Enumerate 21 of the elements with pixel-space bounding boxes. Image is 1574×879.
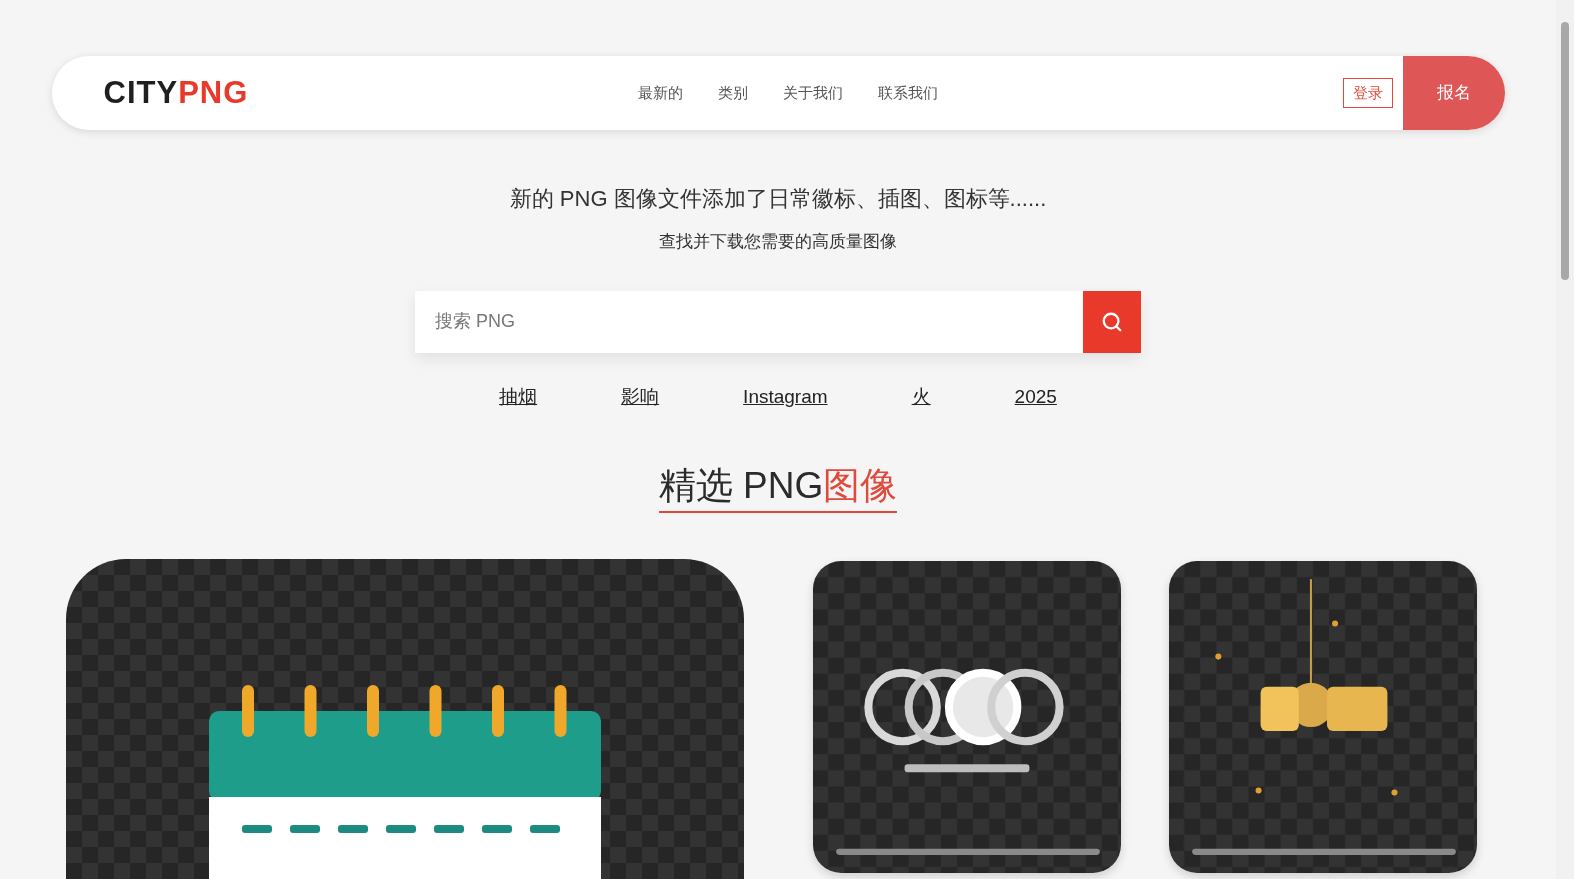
tag-link[interactable]: 2025 [1014, 382, 1057, 411]
nav-link[interactable]: 关于我们 [782, 81, 843, 105]
tag-link[interactable]: 影响 [621, 382, 660, 411]
logo[interactable]: CITYPNG [103, 69, 249, 117]
search-field[interactable]: 搜索 PNG [415, 291, 1083, 353]
subline: 查找并下载您需要的高质量图像 [659, 230, 897, 253]
tag-link[interactable]: 抽烟 [499, 382, 538, 411]
logo-text: CITY [103, 73, 179, 112]
headline: 新的 PNG 图像文件添加了日常徽标、插图、图标等...... [509, 184, 1047, 213]
logo-accent-text: PNG [178, 73, 249, 112]
signup-button[interactable]: 报名 [1402, 56, 1505, 130]
scrollbar[interactable] [1556, 0, 1574, 879]
nav-link[interactable]: 类别 [717, 81, 748, 105]
login-button[interactable]: 登录 [1342, 77, 1393, 109]
search-icon [1101, 310, 1123, 333]
nav-link[interactable]: 最新的 [637, 81, 683, 105]
nav-link[interactable]: 联系我们 [877, 81, 938, 105]
tag-link[interactable]: Instagram [743, 382, 828, 411]
tag-link[interactable]: 火 [911, 382, 931, 411]
search-button[interactable] [1083, 291, 1141, 353]
section-title: 精选 PNG图像 [658, 463, 898, 513]
